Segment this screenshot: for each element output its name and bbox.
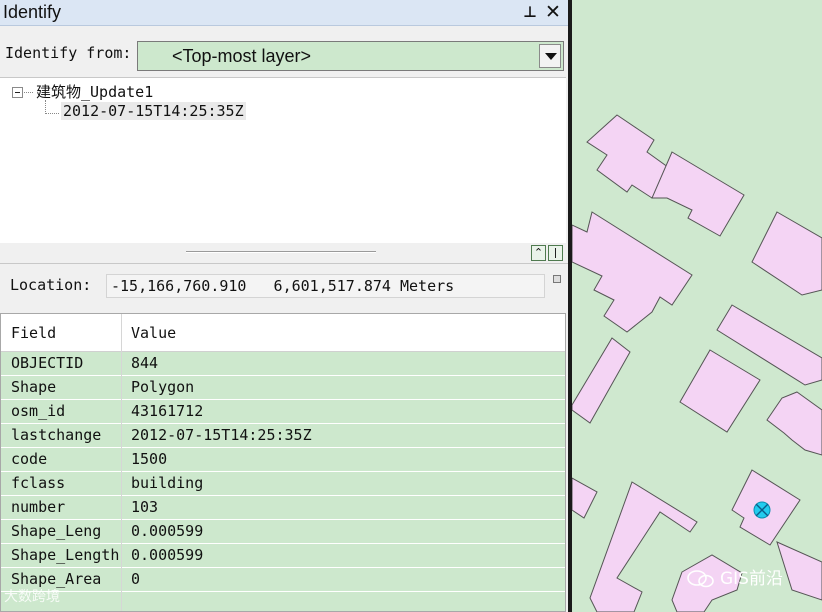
table-row[interactable]: number 103 xyxy=(1,496,565,520)
pane-splitter[interactable] xyxy=(0,243,566,263)
value-cell: 43161712 xyxy=(131,402,204,420)
map-view[interactable] xyxy=(572,0,822,612)
building-polygon xyxy=(766,391,822,456)
location-value: -15,166,760.910 6,601,517.874 Meters xyxy=(111,277,455,295)
table-row[interactable]: Shape_Leng 0.000599 xyxy=(1,520,565,544)
watermark-left: 大数跨境 xyxy=(4,589,60,605)
selection-marker-icon xyxy=(753,501,771,519)
value-cell: 0.000599 xyxy=(131,546,204,564)
table-row[interactable]: Shape_Area 0 xyxy=(1,568,565,592)
field-cell: OBJECTID xyxy=(11,354,84,372)
splitter-grip xyxy=(186,251,376,253)
pin-icon[interactable]: ⊥ xyxy=(522,2,538,22)
tree-connector xyxy=(45,100,46,114)
table-row[interactable]: fclass building xyxy=(1,472,565,496)
value-cell: 0.000599 xyxy=(131,522,204,540)
grid-empty-row xyxy=(1,592,565,611)
table-row[interactable]: lastchange 2012-07-15T14:25:35Z xyxy=(1,424,565,448)
table-row[interactable]: OBJECTID 844 xyxy=(1,352,565,376)
grid-header: Field Value xyxy=(1,314,565,352)
field-cell: Shape_Leng xyxy=(11,522,102,540)
building-polygon xyxy=(572,477,598,519)
identify-from-value: <Top-most layer> xyxy=(172,46,312,66)
identify-from-label: Identify from: xyxy=(5,44,132,62)
field-cell: number xyxy=(11,498,66,516)
field-cell: Shape xyxy=(11,378,57,396)
wechat-icon xyxy=(687,570,714,588)
location-area: Location: -15,166,760.910 6,601,517.874 … xyxy=(0,263,568,311)
close-icon[interactable]: ✕ xyxy=(543,1,563,23)
tree-connector xyxy=(45,113,59,114)
expand-icon[interactable]: ⌃ xyxy=(531,245,546,261)
tree-feature-node[interactable]: 2012-07-15T14:25:35Z xyxy=(61,102,246,120)
watermark-right-text: GIS前沿 xyxy=(720,569,783,589)
building-polygon xyxy=(572,211,693,333)
tree-layer-node[interactable]: 建筑物_Update1 xyxy=(36,81,153,102)
bar-icon[interactable] xyxy=(548,245,563,261)
field-cell: osm_id xyxy=(11,402,66,420)
tree-connector xyxy=(24,92,33,93)
watermark-right: GIS前沿 xyxy=(686,564,783,589)
value-column-header[interactable]: Value xyxy=(131,324,176,342)
location-field[interactable]: -15,166,760.910 6,601,517.874 Meters xyxy=(106,274,545,298)
table-row[interactable]: Shape_Length 0.000599 xyxy=(1,544,565,568)
field-cell: Shape_Length xyxy=(11,546,120,564)
value-cell: 2012-07-15T14:25:35Z xyxy=(131,426,312,444)
column-divider[interactable] xyxy=(121,314,122,611)
table-row[interactable]: osm_id 43161712 xyxy=(1,400,565,424)
field-cell: fclass xyxy=(11,474,66,492)
location-menu-icon[interactable] xyxy=(553,275,561,283)
building-polygon xyxy=(572,337,631,424)
value-cell: 0 xyxy=(131,570,141,588)
identify-from-dropdown[interactable]: <Top-most layer> xyxy=(137,41,564,71)
field-column-header[interactable]: Field xyxy=(11,324,56,342)
dropdown-button[interactable] xyxy=(539,44,561,68)
building-polygon xyxy=(776,541,822,601)
window-title: Identify xyxy=(3,2,62,22)
results-tree: 建筑物_Update1 2012-07-15T14:25:35Z xyxy=(0,77,566,243)
value-cell: 1500 xyxy=(131,450,168,468)
attribute-grid: Field Value OBJECTID 844 Shape Polygon o… xyxy=(0,313,566,612)
building-polygon xyxy=(651,151,745,237)
title-bar: Identify ⊥ ✕ xyxy=(0,0,568,26)
map-canvas[interactable] xyxy=(572,0,822,612)
building-polygon xyxy=(679,349,761,433)
field-cell: lastchange xyxy=(11,426,102,444)
value-cell: Polygon xyxy=(131,378,195,396)
field-cell: code xyxy=(11,450,48,468)
value-cell: 844 xyxy=(131,354,159,372)
identify-panel: Identify ⊥ ✕ Identify from: <Top-most la… xyxy=(0,0,568,612)
chevron-down-icon xyxy=(545,53,557,60)
value-cell: building xyxy=(131,474,204,492)
collapse-icon[interactable] xyxy=(12,87,23,98)
building-polygon xyxy=(751,211,822,296)
location-label: Location: xyxy=(10,276,92,294)
table-row[interactable]: Shape Polygon xyxy=(1,376,565,400)
value-cell: 103 xyxy=(131,498,159,516)
table-row[interactable]: code 1500 xyxy=(1,448,565,472)
